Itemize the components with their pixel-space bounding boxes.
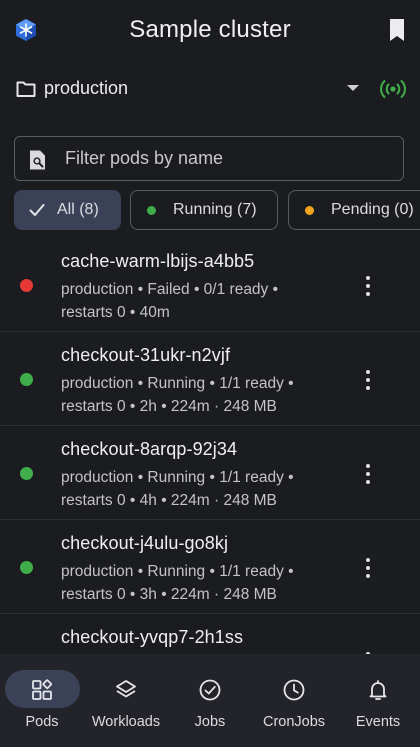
namespace-selector[interactable]: production (0, 70, 420, 108)
pod-row[interactable]: cache-warm-lbijs-a4bb5 production • Fail… (0, 238, 420, 332)
pod-meta-line: production • Running • 1/1 ready • (61, 563, 294, 580)
nav-item-cronjobs[interactable]: CronJobs (252, 670, 336, 740)
filter-chip-label: Running (7) (173, 201, 257, 218)
check-icon (29, 204, 45, 216)
pod-name: checkout-j4ulu-go8kj (61, 533, 229, 553)
pod-meta-line: production • Failed • 0/1 ready • (61, 281, 279, 298)
running-status-dot (20, 373, 33, 386)
pod-meta-line: restarts 0 • 4h • 224m · 248 MB (61, 492, 277, 509)
pod-details: production • Running • 1/1 ready • resta… (61, 560, 341, 606)
nav-item-events[interactable]: Events (336, 670, 420, 740)
pod-list[interactable]: cache-warm-lbijs-a4bb5 production • Fail… (0, 238, 420, 654)
pod-name: cache-warm-lbijs-a4bb5 (61, 251, 255, 271)
chevron-down-icon[interactable] (347, 85, 359, 91)
namespace-label: production (44, 78, 129, 98)
clock-icon (283, 679, 305, 701)
nav-item-jobs[interactable]: Jobs (168, 670, 252, 740)
filter-chip-all[interactable]: All (8) (14, 190, 121, 230)
filter-chip-label: Pending (0) (331, 201, 414, 218)
failed-status-dot (20, 279, 33, 292)
check-circle-icon (199, 679, 221, 701)
nav-item-workloads[interactable]: Workloads (84, 670, 168, 740)
live-broadcast-icon[interactable] (380, 78, 406, 100)
pod-meta-line: restarts 0 • 3h • 224m · 248 MB (61, 586, 277, 603)
pod-meta-line: restarts 0 • 2h • 224m · 248 MB (61, 398, 277, 415)
pod-meta-line: production • Running • 1/1 ready • (61, 469, 294, 486)
pod-details: production • Failed • 0/1 ready • restar… (61, 278, 341, 324)
pod-name: checkout-31ukr-n2vjf (61, 345, 231, 365)
app-screen: Sample cluster production Filter pods by… (0, 0, 420, 747)
kubernetes-cube-icon[interactable] (14, 18, 38, 42)
pod-meta-line: restarts 0 • 40m (61, 304, 170, 321)
nav-label: Workloads (91, 714, 161, 730)
pods-grid-icon (32, 679, 53, 700)
running-status-dot (147, 205, 156, 215)
nav-item-pods[interactable]: Pods (0, 670, 84, 740)
more-vert-icon[interactable] (356, 276, 380, 296)
pod-details: production • Running • 1/1 ready • resta… (61, 466, 341, 512)
pod-row[interactable]: checkout-j4ulu-go8kj production • Runnin… (0, 520, 420, 614)
pod-search-box[interactable] (14, 136, 404, 181)
pod-name: checkout-yvqp7-2h1ss (61, 627, 244, 647)
nav-label: Pods (25, 714, 59, 730)
pod-row[interactable]: checkout-yvqp7-2h1ss (0, 614, 420, 654)
filter-chip-pending[interactable]: Pending (0) (288, 190, 420, 230)
more-vert-icon[interactable] (356, 558, 380, 578)
filter-chip-label: All (8) (57, 201, 99, 218)
pending-status-dot (305, 205, 314, 215)
running-status-dot (20, 467, 33, 480)
search-icon (30, 150, 45, 170)
more-vert-icon[interactable] (356, 464, 380, 484)
nav-label: Jobs (194, 714, 226, 730)
pod-row[interactable]: checkout-31ukr-n2vjf production • Runnin… (0, 332, 420, 426)
page-title: Sample cluster (129, 16, 291, 43)
status-filter-chips: All (8) Running (7) Pending (0) (14, 190, 420, 230)
folder-icon (16, 81, 36, 97)
nav-label: Events (355, 714, 401, 730)
pod-meta-line: production • Running • 1/1 ready • (61, 375, 294, 392)
bell-icon (369, 680, 387, 700)
layers-icon (116, 680, 136, 698)
bookmark-icon[interactable] (388, 18, 406, 42)
bottom-navigation: Pods Workloads Jobs CronJobs Events (0, 654, 420, 747)
more-vert-icon[interactable] (356, 370, 380, 390)
app-header: Sample cluster (0, 0, 420, 60)
running-status-dot (20, 561, 33, 574)
nav-label: CronJobs (262, 714, 326, 730)
search-input[interactable] (65, 137, 395, 180)
pod-details: production • Running • 1/1 ready • resta… (61, 372, 341, 418)
pod-name: checkout-8arqp-92j34 (61, 439, 238, 459)
pod-row[interactable]: checkout-8arqp-92j34 production • Runnin… (0, 426, 420, 520)
filter-chip-running[interactable]: Running (7) (130, 190, 278, 230)
